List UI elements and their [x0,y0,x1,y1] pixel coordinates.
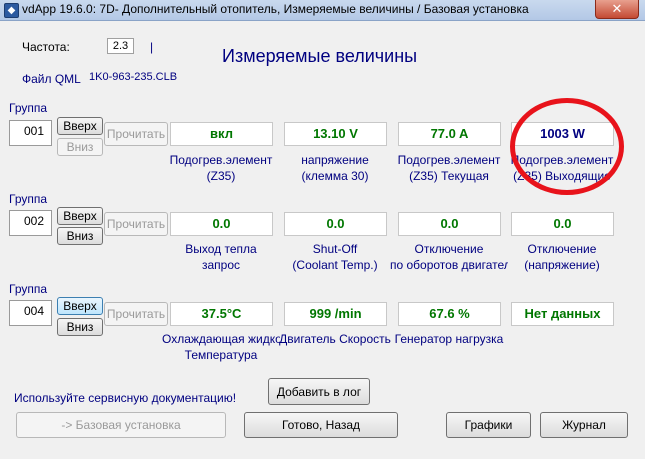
close-button[interactable]: ✕ [595,0,639,19]
app-icon: ◆ [4,3,19,18]
value-field: 0.0 [170,212,273,236]
value-label: Подогрев.элемент (Z35) [169,153,273,183]
page-title: Измеряемые величины [222,46,418,66]
value-label: Подогрев.элемент (Z35) Выходящие [510,153,614,183]
group-read-button[interactable]: Прочитать [104,302,168,326]
group-up-button[interactable]: Вверх [57,207,103,225]
value-field: 77.0 A [398,122,501,146]
group-down-button[interactable]: Вниз [57,227,103,245]
value-field: 0.0 [284,212,387,236]
group-number-input[interactable]: 002 [9,210,52,236]
service-doc-hint: Используйте сервисную документацию! [14,391,237,405]
value-field: 37.5°C [170,302,273,326]
title-bar: ◆ vdApp 19.6.0: 7D- Дополнительный отопи… [0,0,645,21]
group-read-button[interactable]: Прочитать [104,212,168,236]
group-label: Группа [9,101,48,115]
value-field: 0.0 [398,212,501,236]
group-number-input[interactable]: 004 [9,300,52,326]
frequency-value: 2.3 [107,38,134,54]
value-label: Подогрев.элемент (Z35) Текущая [397,153,501,183]
graphs-button[interactable]: Графики [446,412,531,438]
value-label: Отключение по оборотов двигател [390,242,508,272]
file-value: 1K0-963-235.CLB [89,71,178,83]
value-label: Двигатель Скорость [279,332,391,346]
value-field: Нет данных [511,302,614,326]
value-label: напряжение (клемма 30) [301,153,369,183]
group-label: Группа [9,282,48,296]
basic-setting-button[interactable]: -> Базовая установка [16,412,226,438]
group-down-button[interactable]: Вниз [57,318,103,336]
frequency-indicator: | [150,40,154,54]
group-read-button[interactable]: Прочитать [104,122,168,146]
value-field: 0.0 [511,212,614,236]
value-field: вкл [170,122,273,146]
value-field: 13.10 V [284,122,387,146]
group-up-button[interactable]: Вверх [57,117,103,135]
value-label: Отключение (напряжение) [524,242,600,272]
group-label: Группа [9,192,48,206]
value-label: Выход тепла запрос [185,242,257,272]
window-title: vdApp 19.6.0: 7D- Дополнительный отопите… [22,2,529,16]
value-field: 1003 W [511,122,614,146]
value-label: Охлаждающая жидкостьТемпература [162,332,280,362]
journal-button[interactable]: Журнал [540,412,628,438]
group-up-button[interactable]: Вверх [57,297,103,315]
value-label [503,331,621,347]
value-field: 999 /min [284,302,387,326]
file-label: Файл QML [22,72,81,86]
group-down-button[interactable]: Вниз [57,138,103,156]
value-field: 67.6 % [398,302,501,326]
add-to-log-button[interactable]: Добавить в лог [268,378,370,405]
value-label: Shut-Off (Coolant Temp.) [292,242,378,272]
done-back-button[interactable]: Готово, Назад [244,412,398,438]
frequency-label: Частота: [22,40,70,54]
group-number-input[interactable]: 001 [9,120,52,146]
value-label: Генератор нагрузка [394,332,504,346]
